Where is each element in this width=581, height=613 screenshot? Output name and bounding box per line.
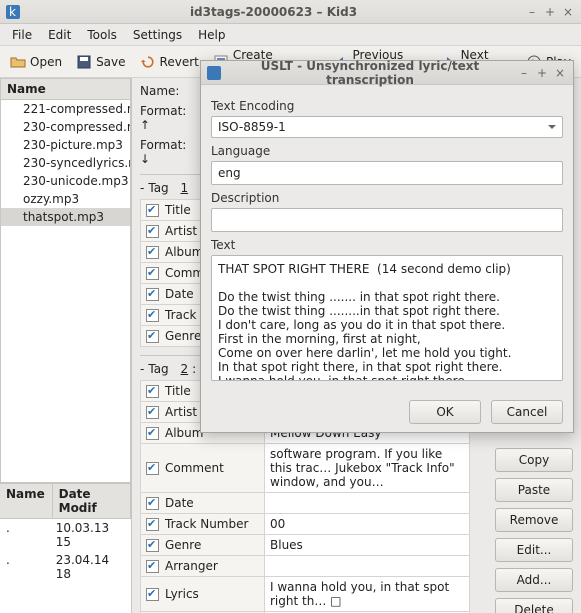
field-label: Lyrics [141, 577, 265, 612]
copy-button[interactable]: Copy [495, 448, 573, 472]
edit-button[interactable]: Edit... [495, 538, 573, 562]
checkbox[interactable] [146, 427, 159, 440]
file-item[interactable]: 230-compressed.mp3 [1, 118, 130, 136]
field-label: Arranger [141, 556, 265, 577]
checkbox[interactable] [146, 204, 159, 217]
checkbox[interactable] [146, 267, 159, 280]
field-value[interactable]: 00 [265, 514, 470, 535]
maximize-icon[interactable]: + [543, 5, 557, 19]
field-label: Date [141, 493, 265, 514]
dialog-minimize-icon[interactable]: – [517, 66, 531, 80]
field-value[interactable]: I wanna hold you, in that spot right th…… [265, 577, 470, 612]
file-item[interactable]: 230-syncedlyrics.mp3 [1, 154, 130, 172]
field-value[interactable]: Blues [265, 535, 470, 556]
uslt-dialog: USLT - Unsynchronized lyric/text transcr… [200, 60, 574, 433]
save-icon [76, 54, 92, 70]
menu-edit[interactable]: Edit [40, 26, 79, 44]
file-item[interactable]: 230-picture.mp3 [1, 136, 130, 154]
checkbox[interactable] [146, 406, 159, 419]
dir-row[interactable]: .23.04.14 18 [0, 551, 131, 583]
folder-open-icon [10, 54, 26, 70]
menu-help[interactable]: Help [190, 26, 233, 44]
field-label: Genre [141, 535, 265, 556]
field-label: Comment [141, 444, 265, 493]
field-value[interactable]: software program. If you like this trac…… [265, 444, 470, 493]
paste-button[interactable]: Paste [495, 478, 573, 502]
file-item[interactable]: 230-unicode.mp3 [1, 172, 130, 190]
language-label: Language [211, 144, 563, 158]
ok-button[interactable]: OK [409, 400, 481, 424]
format-down-label: Format: ↓ [140, 138, 192, 166]
remove-button[interactable]: Remove [495, 508, 573, 532]
left-pane: Name 221-compressed.mp3230-compressed.mp… [0, 78, 132, 613]
checkbox[interactable] [146, 518, 159, 531]
checkbox[interactable] [146, 497, 159, 510]
language-input[interactable] [211, 161, 563, 185]
dialog-close-icon[interactable]: × [553, 66, 567, 80]
checkbox[interactable] [146, 462, 159, 475]
field-value[interactable] [265, 493, 470, 514]
filelist-header[interactable]: Name [0, 78, 131, 100]
checkbox[interactable] [146, 246, 159, 259]
checkbox[interactable] [146, 330, 159, 343]
encoding-label: Text Encoding [211, 99, 563, 113]
revert-icon [140, 54, 156, 70]
col-date[interactable]: Date Modif [53, 484, 131, 518]
main-titlebar: k id3tags-20000623 – Kid3 – + × [0, 0, 581, 24]
dialog-title: USLT - Unsynchronized lyric/text transcr… [227, 59, 513, 87]
checkbox[interactable] [146, 225, 159, 238]
add-button[interactable]: Add... [495, 568, 573, 592]
encoding-select[interactable]: ISO-8859-1 [211, 116, 563, 138]
field-label: Track Number [141, 514, 265, 535]
file-list[interactable]: 221-compressed.mp3230-compressed.mp3230-… [0, 100, 131, 483]
col-name[interactable]: Name [0, 484, 53, 518]
checkbox[interactable] [146, 385, 159, 398]
delete-button[interactable]: Delete [495, 598, 573, 613]
menu-file[interactable]: File [4, 26, 40, 44]
file-item[interactable]: thatspot.mp3 [1, 208, 130, 226]
menubar: File Edit Tools Settings Help [0, 24, 581, 46]
checkbox[interactable] [146, 539, 159, 552]
dir-row[interactable]: .10.03.13 15 [0, 519, 131, 551]
open-button[interactable]: Open [4, 50, 68, 74]
file-item[interactable]: ozzy.mp3 [1, 190, 130, 208]
window-title: id3tags-20000623 – Kid3 [26, 5, 521, 19]
revert-button[interactable]: Revert [134, 50, 205, 74]
checkbox[interactable] [146, 288, 159, 301]
svg-text:k: k [9, 5, 16, 19]
cancel-button[interactable]: Cancel [491, 400, 563, 424]
description-label: Description [211, 191, 563, 205]
text-textarea[interactable] [211, 255, 563, 381]
checkbox[interactable] [146, 588, 159, 601]
description-input[interactable] [211, 208, 563, 232]
minimize-icon[interactable]: – [525, 5, 539, 19]
menu-settings[interactable]: Settings [125, 26, 190, 44]
bottom-pane: Name Date Modif .10.03.13 15.23.04.14 18 [0, 483, 131, 613]
save-button[interactable]: Save [70, 50, 131, 74]
checkbox[interactable] [146, 309, 159, 322]
dialog-maximize-icon[interactable]: + [535, 66, 549, 80]
file-item[interactable]: 221-compressed.mp3 [1, 100, 130, 118]
app-icon: k [6, 5, 20, 19]
field-value[interactable] [265, 556, 470, 577]
name-label: Name: [140, 84, 192, 98]
format-up-label: Format: ↑ [140, 104, 192, 132]
menu-tools[interactable]: Tools [79, 26, 125, 44]
close-icon[interactable]: × [561, 5, 575, 19]
text-label: Text [211, 238, 563, 252]
side-buttons: Copy Paste Remove Edit... Add... Delete … [495, 448, 573, 613]
dialog-icon [207, 66, 221, 80]
checkbox[interactable] [146, 560, 159, 573]
